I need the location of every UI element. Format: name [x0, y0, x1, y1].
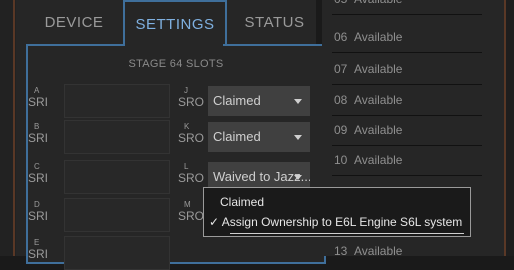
chevron-down-icon	[294, 175, 302, 180]
dropdown-value: Claimed	[213, 93, 261, 108]
slot-type: SRO	[178, 171, 205, 185]
tab-bar: DEVICE SETTINGS STATUS	[26, 0, 324, 46]
dropdown-value: Claimed	[213, 129, 261, 144]
list-item[interactable]: 08 Available	[322, 89, 504, 119]
divider	[332, 175, 482, 176]
slot-letter: B	[34, 122, 40, 131]
slot-letter: E	[34, 238, 40, 247]
slot-label-j: J SRO	[178, 86, 204, 109]
slot-letter: D	[34, 200, 40, 209]
divider	[332, 84, 482, 85]
slot-e[interactable]	[64, 236, 170, 270]
slot-c[interactable]	[64, 160, 170, 194]
slot-label-m: M SRO	[178, 200, 204, 223]
list-item[interactable]: 07 Available	[322, 58, 504, 88]
left-frame	[0, 0, 16, 256]
slot-k-dropdown[interactable]: Claimed	[208, 122, 310, 152]
list-item[interactable]: 06 Available	[322, 26, 504, 56]
divider	[332, 52, 482, 53]
right-frame	[504, 0, 514, 256]
slot-a[interactable]	[64, 84, 170, 118]
panel-title: STAGE 64 SLOTS	[128, 58, 224, 70]
menu-item-label: Assign Ownership to E6L Engine S6L syste…	[221, 215, 463, 229]
tab-status[interactable]: STATUS	[225, 0, 324, 44]
dropdown-menu: Claimed ✓ Assign Ownership to E6L Engine…	[203, 187, 471, 237]
menu-item-claimed[interactable]: Claimed	[204, 192, 470, 212]
divider	[332, 115, 482, 116]
slot-type: SRO	[178, 95, 205, 109]
slot-j-dropdown[interactable]: Claimed	[208, 86, 310, 116]
selection-underline	[230, 233, 464, 234]
check-icon: ✓	[209, 215, 220, 229]
slot-type: SRO	[178, 131, 205, 145]
slot-type: SRI	[28, 209, 49, 223]
slot-letter: C	[34, 162, 40, 171]
slot-type: SRI	[28, 95, 49, 109]
slot-label-d: D SRI	[28, 200, 54, 223]
slot-label-e: E SRI	[28, 238, 54, 261]
slot-type: SRI	[28, 131, 49, 145]
list-item[interactable]: 10 Available	[322, 149, 504, 179]
chevron-down-icon	[294, 135, 302, 140]
slot-label-a: A SRI	[28, 86, 54, 109]
slot-type: SRI	[28, 171, 49, 185]
slot-letter: L	[184, 162, 189, 171]
slot-label-l: L SRO	[178, 162, 204, 185]
list-item[interactable]: 05 Available	[322, 0, 504, 18]
menu-item-assign-ownership[interactable]: ✓ Assign Ownership to E6L Engine S6L sys…	[204, 212, 470, 232]
slot-type: SRO	[178, 209, 205, 223]
slot-d[interactable]	[64, 198, 170, 232]
slot-letter: A	[34, 86, 40, 95]
slot-letter: K	[184, 122, 190, 131]
divider	[332, 145, 482, 146]
tab-device[interactable]: DEVICE	[26, 0, 122, 44]
slot-label-c: C SRI	[28, 162, 54, 185]
slot-label-k: K SRO	[178, 122, 204, 145]
slot-type: SRI	[28, 247, 49, 261]
slot-b[interactable]	[64, 120, 170, 154]
chevron-down-icon	[294, 99, 302, 104]
list-item[interactable]: 13 Available	[322, 240, 504, 270]
list-item[interactable]: 09 Available	[322, 119, 504, 149]
tab-settings[interactable]: SETTINGS	[123, 0, 227, 46]
slot-label-b: B SRI	[28, 122, 54, 145]
slot-letter: M	[184, 200, 191, 209]
slot-letter: J	[184, 86, 188, 95]
divider	[332, 14, 482, 15]
